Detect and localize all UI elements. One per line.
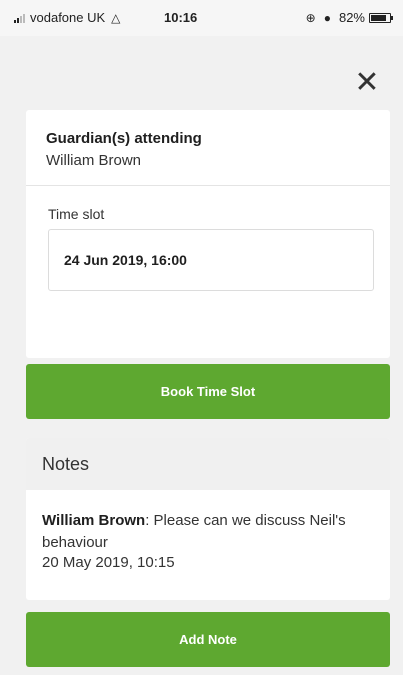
guardian-name: William Brown <box>46 152 142 169</box>
battery-percent: 82% <box>338 10 365 25</box>
time-slot-field[interactable]: 24 Jun 2019, 16:00 <box>48 229 374 291</box>
location-icon: ⊕ <box>305 10 316 25</box>
notes-header: Notes <box>26 438 390 490</box>
alarm-icon: ● <box>323 10 331 25</box>
note-author: William Brown <box>42 512 146 529</box>
status-right: ⊕ ● 82% <box>305 10 393 25</box>
close-icon[interactable]: ✕ <box>350 66 384 100</box>
booking-card: Guardian(s) attending William Brown Time… <box>26 110 390 358</box>
screen: vodafone UK △ 10:16 ⊕ ● 82% ✕ Guardian(s… <box>0 0 403 675</box>
divider <box>26 185 390 186</box>
battery-icon <box>369 12 393 23</box>
status-time: 10:16 <box>164 10 198 25</box>
time-slot-label: Time slot <box>48 206 105 222</box>
guardian-label: Guardian(s) attending <box>46 130 202 147</box>
book-time-slot-button[interactable]: Book Time Slot <box>26 364 390 419</box>
notes-card: Notes William Brown: Please can we discu… <box>26 438 390 600</box>
note-item: William Brown: Please can we discuss Nei… <box>42 510 378 554</box>
signal-icon <box>14 13 26 23</box>
status-left: vodafone UK △ <box>14 10 120 25</box>
status-bar: vodafone UK △ 10:16 ⊕ ● 82% <box>0 0 403 36</box>
note-timestamp: 20 May 2019, 10:15 <box>42 554 175 571</box>
battery-fill <box>371 14 386 21</box>
add-note-button[interactable]: Add Note <box>26 612 390 667</box>
wifi-icon: △ <box>111 10 121 25</box>
carrier-name: vodafone UK <box>30 10 106 25</box>
